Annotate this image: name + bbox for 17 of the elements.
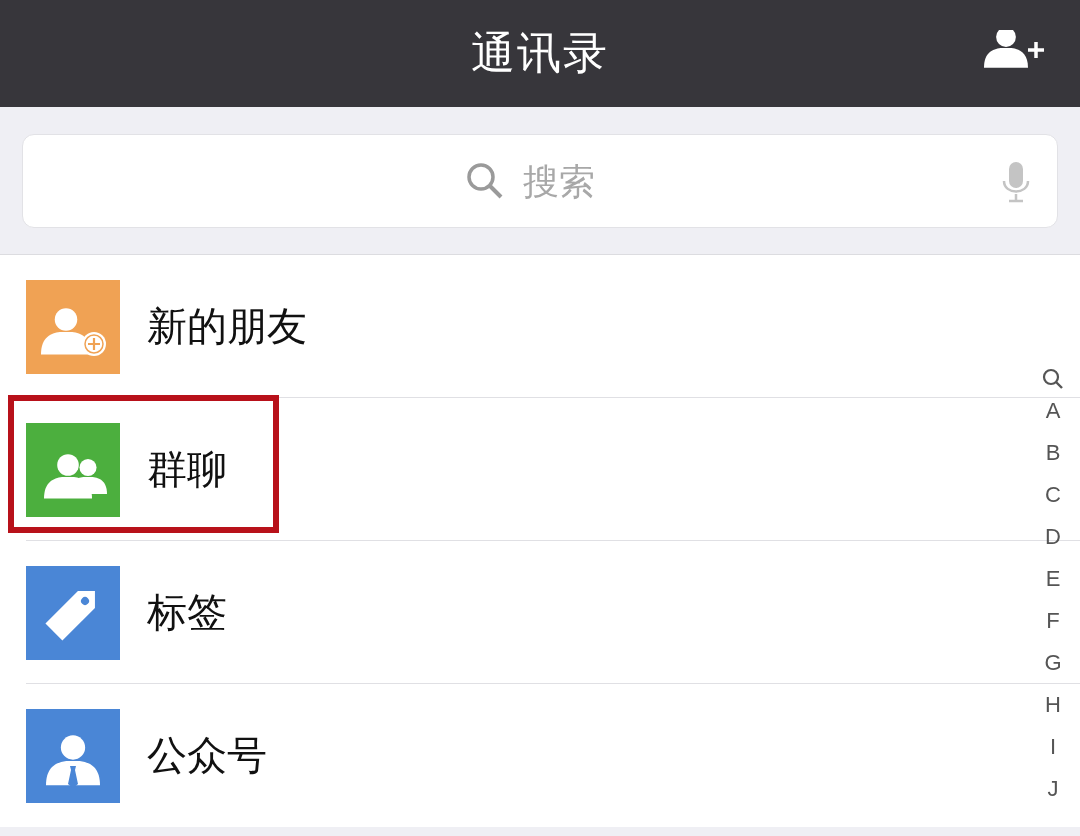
- search-icon[interactable]: [1042, 368, 1064, 390]
- index-letter[interactable]: A: [1045, 398, 1061, 440]
- index-letter[interactable]: B: [1045, 440, 1061, 482]
- contact-entry[interactable]: 群聊: [26, 398, 1016, 541]
- contact-entry[interactable]: 标签: [26, 541, 1016, 684]
- index-letter[interactable]: H: [1045, 692, 1061, 734]
- search-field[interactable]: 搜索: [521, 159, 615, 203]
- index-letter[interactable]: G: [1044, 650, 1062, 692]
- index-letter[interactable]: J: [1047, 776, 1059, 818]
- index-letter[interactable]: I: [1049, 734, 1057, 776]
- index-letter[interactable]: D: [1045, 524, 1061, 566]
- screen-title: 通讯录: [471, 26, 609, 80]
- index-letter[interactable]: F: [1046, 608, 1060, 650]
- index-letter[interactable]: E: [1045, 566, 1061, 608]
- contact-entry[interactable]: 公众号: [26, 684, 1016, 827]
- index-letter[interactable]: C: [1045, 482, 1061, 524]
- search-icon: [465, 161, 505, 201]
